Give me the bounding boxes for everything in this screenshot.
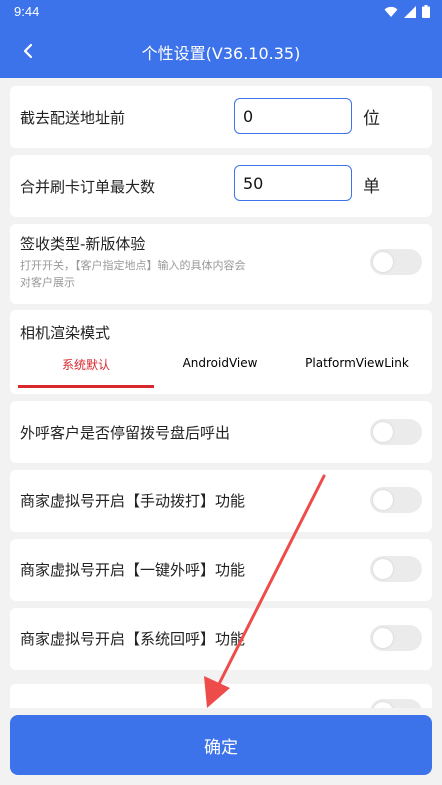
manual-dial-toggle[interactable] (370, 487, 422, 513)
system-callback-label: 商家虚拟号开启【系统回呼】功能 (20, 630, 246, 648)
truncate-address-row: 截去配送地址前 0 位 (10, 86, 432, 148)
settings-list[interactable]: 截去配送地址前 0 位 合并刷卡订单最大数 50 单 签收类型-新版体验 打开开… (0, 78, 442, 708)
manual-dial-row: 商家虚拟号开启【手动拨打】功能 (10, 470, 432, 532)
toggle-knob (373, 422, 393, 442)
merge-orders-unit: 单 (363, 177, 380, 197)
confirm-button[interactable]: 确定 (10, 715, 432, 775)
tab-system-default[interactable]: 系统默认 (18, 356, 154, 388)
truncate-address-unit: 位 (363, 109, 380, 129)
tab-system-default-label: 系统默认 (61, 358, 110, 372)
dial-wait-row: 外呼客户是否停留拨号盘后呼出 (10, 401, 432, 463)
sign-type-hint: 打开开关，【客户指定地点】输入的具体内容会对客户展示 (20, 259, 246, 289)
tab-active-underline (18, 385, 154, 388)
page-title: 个性设置(V36.10.35) (141, 44, 301, 63)
toggle-knob (373, 252, 393, 272)
sign-type-label: 签收类型-新版体验 (20, 235, 146, 253)
status-bar: 9:44 (0, 0, 442, 24)
toggle-knob (373, 702, 393, 708)
one-key-call-row: 商家虚拟号开启【一键外呼】功能 (10, 539, 432, 601)
system-callback-toggle[interactable] (370, 625, 422, 651)
status-icons (384, 5, 430, 18)
sign-type-toggle[interactable] (370, 249, 422, 275)
one-key-call-toggle[interactable] (370, 556, 422, 582)
partial-row-toggle[interactable] (370, 699, 422, 708)
signal-icon (404, 5, 416, 18)
wifi-icon (384, 6, 398, 17)
truncate-address-label: 截去配送地址前 (20, 109, 126, 127)
toggle-knob (373, 490, 393, 510)
camera-render-label: 相机渲染模式 (20, 324, 111, 342)
sign-type-row: 签收类型-新版体验 打开开关，【客户指定地点】输入的具体内容会对客户展示 (10, 224, 432, 304)
toggle-knob (373, 628, 393, 648)
merge-orders-label: 合并刷卡订单最大数 (20, 178, 156, 196)
toggle-knob (373, 559, 393, 579)
dial-wait-label: 外呼客户是否停留拨号盘后呼出 (20, 424, 231, 442)
manual-dial-label: 商家虚拟号开启【手动拨打】功能 (20, 492, 246, 510)
status-time: 9:44 (14, 4, 40, 19)
battery-icon (422, 5, 430, 18)
system-callback-row: 商家虚拟号开启【系统回呼】功能 (10, 608, 432, 670)
partial-row (10, 684, 432, 708)
app-bar: 个性设置(V36.10.35) (0, 24, 442, 78)
merge-orders-row: 合并刷卡订单最大数 50 单 (10, 155, 432, 217)
tab-platformviewlink-label: PlatformViewLink (305, 356, 409, 370)
tab-platformviewlink[interactable]: PlatformViewLink (292, 356, 422, 388)
merge-orders-input[interactable]: 50 (234, 165, 352, 201)
tab-androidview[interactable]: AndroidView (160, 356, 280, 388)
one-key-call-label: 商家虚拟号开启【一键外呼】功能 (20, 561, 246, 579)
truncate-address-input[interactable]: 0 (234, 98, 352, 134)
dial-wait-toggle[interactable] (370, 419, 422, 445)
tab-androidview-label: AndroidView (182, 356, 258, 370)
camera-render-row: 相机渲染模式 系统默认 AndroidView PlatformViewLink (10, 310, 432, 394)
